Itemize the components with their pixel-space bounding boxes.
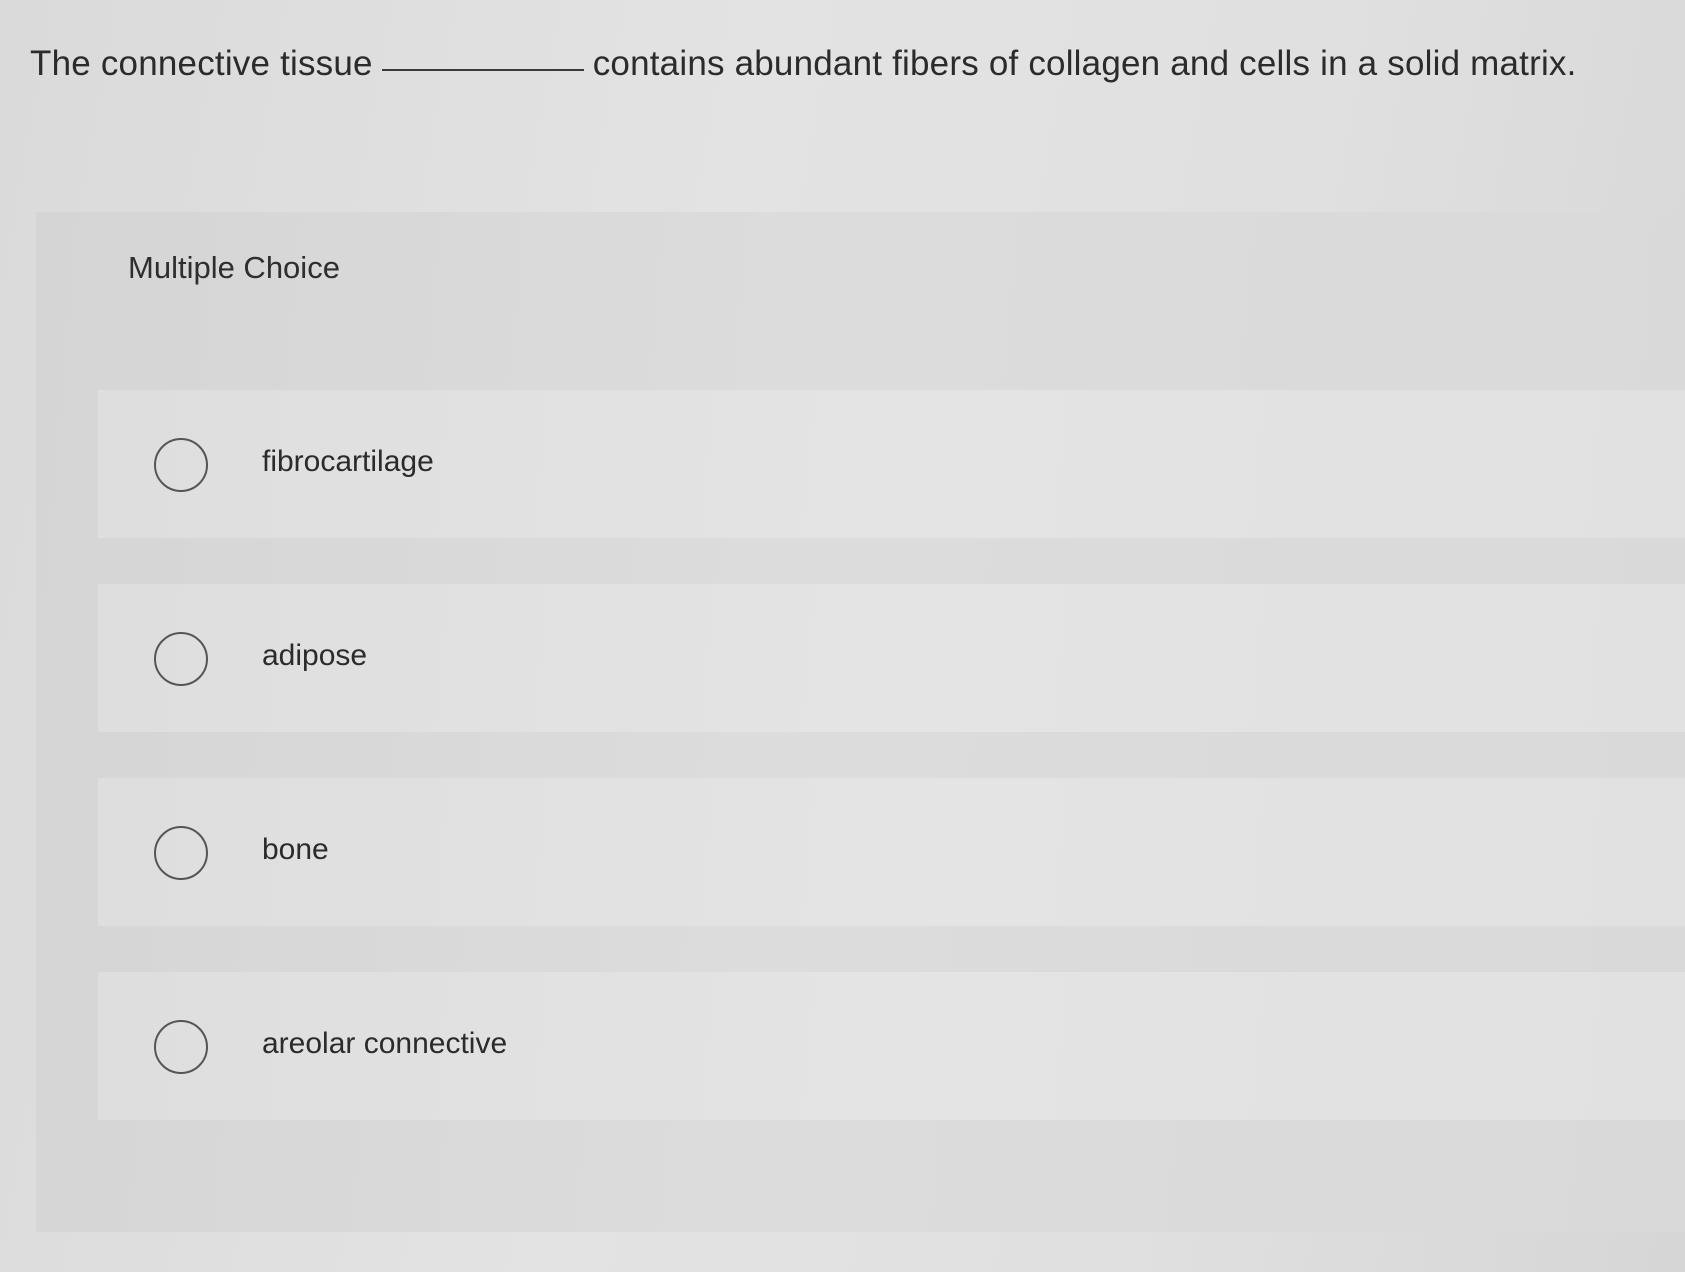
- question-text-end: contains abundant fibers of collagen and…: [592, 44, 1577, 83]
- option-label: bone: [262, 833, 329, 866]
- radio-button-icon[interactable]: [154, 826, 208, 880]
- multiple-choice-heading: Multiple Choice: [128, 250, 340, 285]
- radio-button-icon[interactable]: [154, 438, 208, 492]
- option-label: adipose: [262, 639, 368, 672]
- question-prompt: The connective tissue contains abundant f…: [30, 42, 1577, 86]
- option-areolar-connective[interactable]: areolar connective: [98, 972, 1685, 1120]
- option-adipose[interactable]: adipose: [98, 584, 1685, 732]
- option-label: fibrocartilage: [262, 445, 434, 478]
- question-text-start: The connective tissue: [30, 44, 373, 83]
- option-fibrocartilage[interactable]: fibrocartilage: [98, 390, 1685, 538]
- option-bone[interactable]: bone: [98, 778, 1685, 926]
- multiple-choice-panel: Multiple Choice fibrocartilage adipose b…: [36, 212, 1685, 1232]
- option-label: areolar connective: [262, 1027, 508, 1060]
- answer-blank: [381, 68, 584, 71]
- radio-button-icon[interactable]: [154, 632, 208, 686]
- radio-button-icon[interactable]: [154, 1020, 208, 1074]
